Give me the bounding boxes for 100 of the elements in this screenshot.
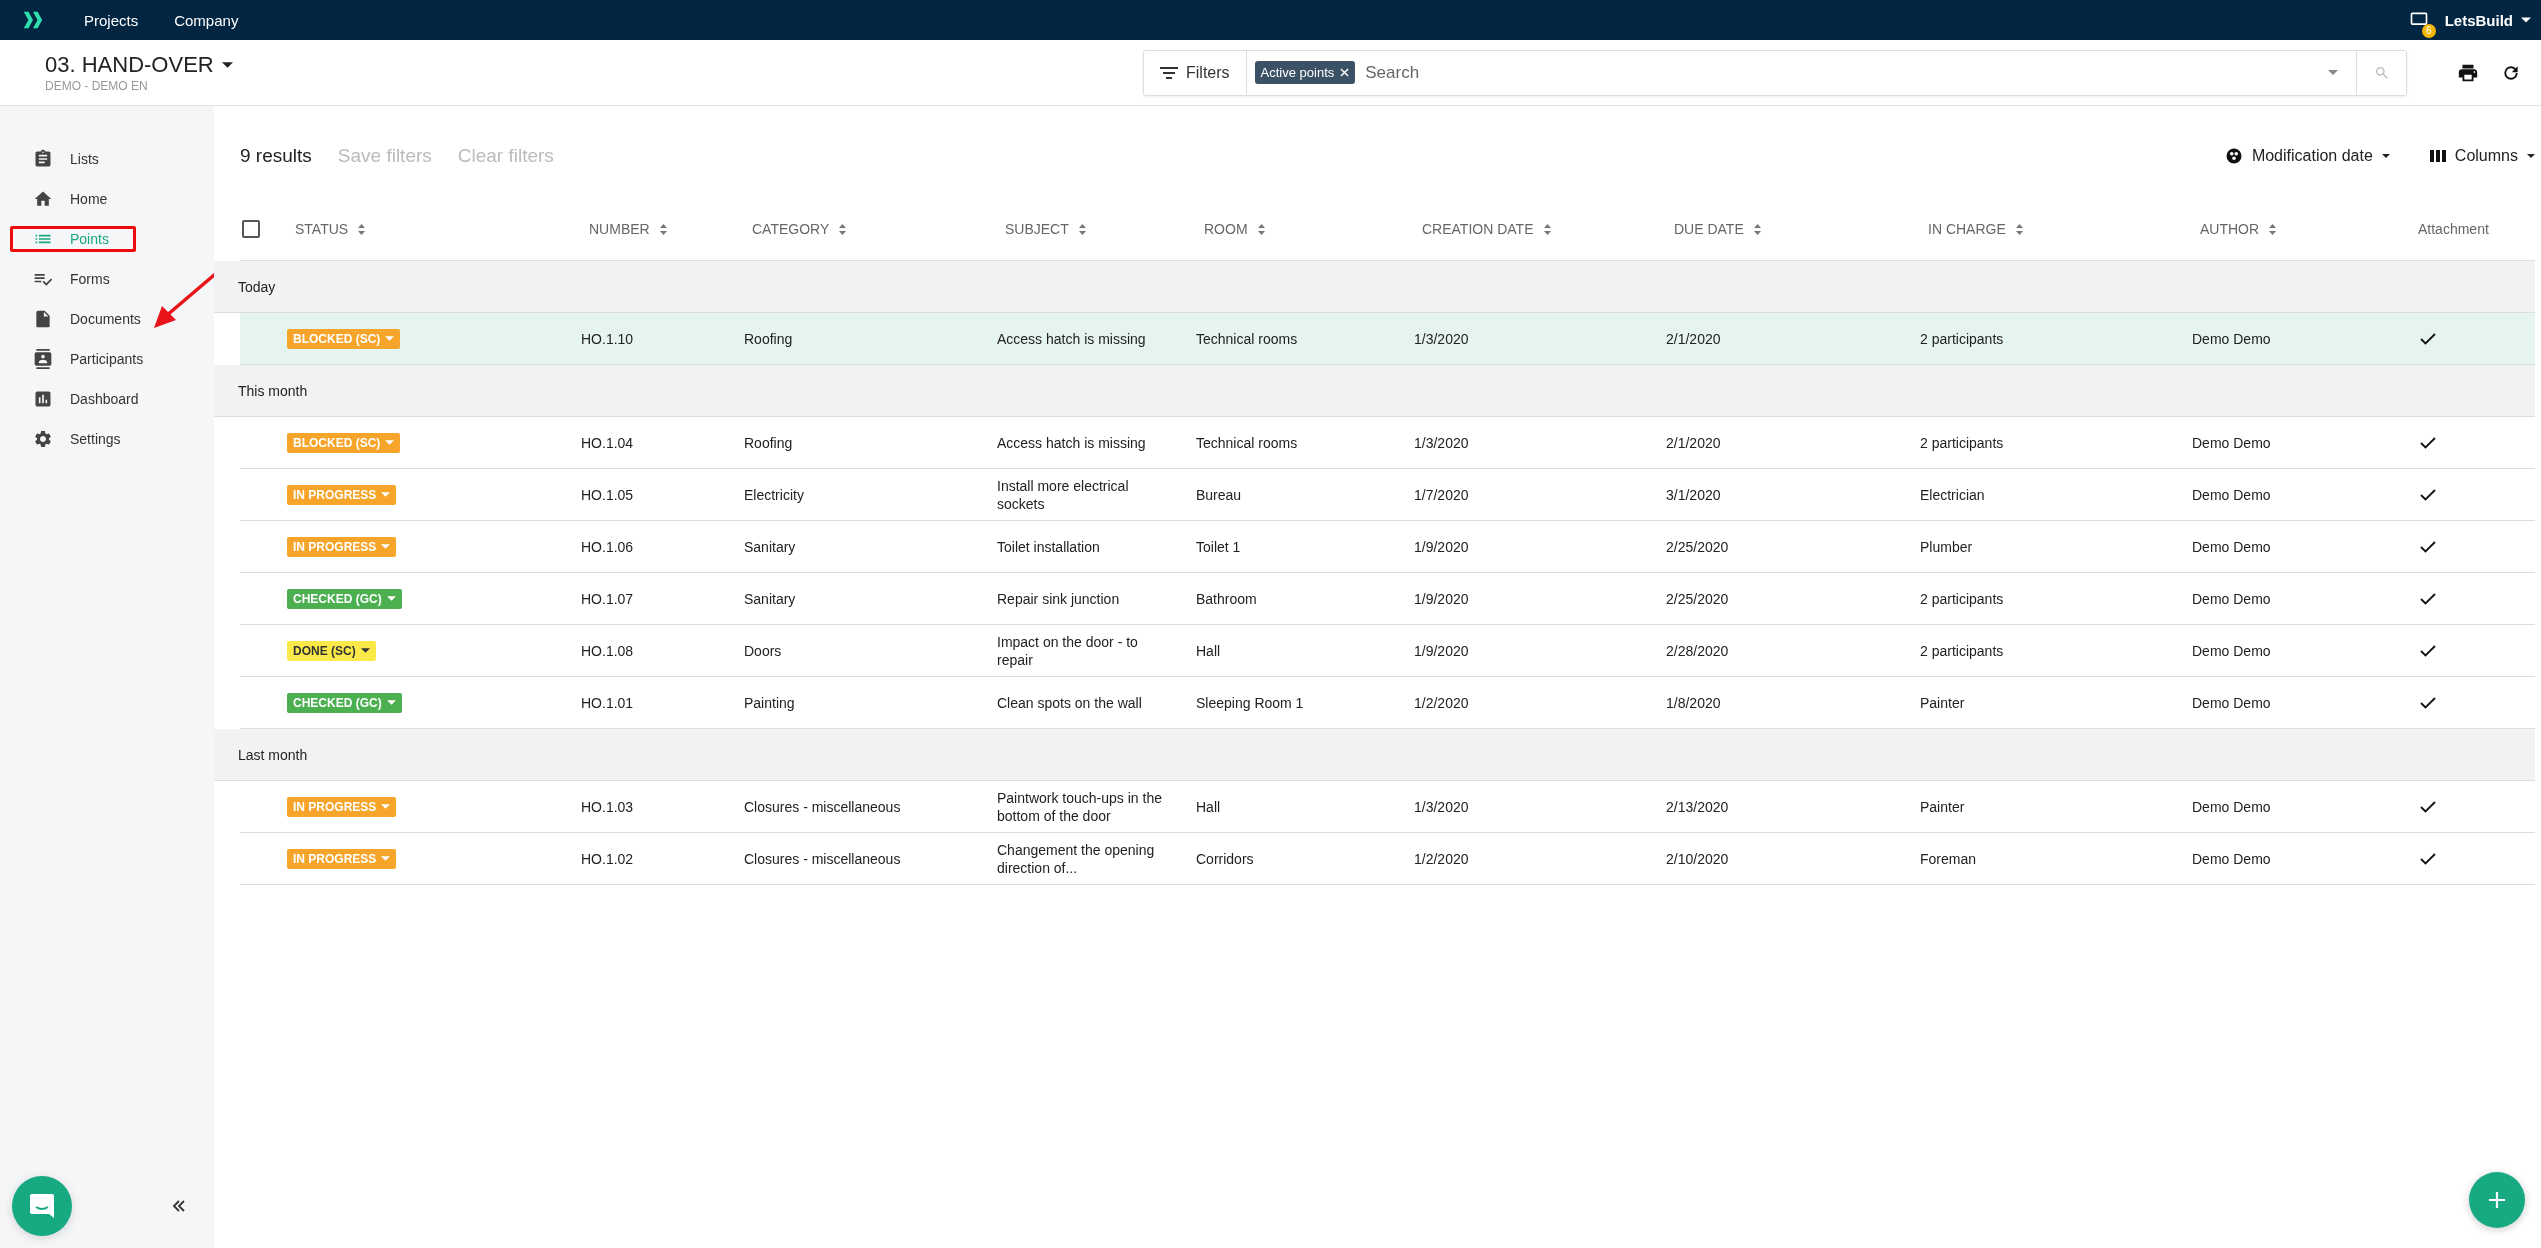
creation-date-cell: 1/2/2020 [1414, 694, 1469, 711]
author-cell: Demo Demo [2192, 330, 2271, 347]
sort-arrows-icon[interactable] [839, 223, 847, 235]
sidebar-item[interactable]: Dashboard [10, 386, 154, 412]
due-date-cell: 1/8/2020 [1666, 694, 1721, 711]
column-header[interactable]: SUBJECT [1005, 221, 1069, 237]
table-row[interactable]: IN PROGRESS HO.1.02 Closures - miscellaneous Changement the opening direction of... Corridors 1/2/2020 2/10/2020 Foreman Demo Demo [240, 833, 2535, 885]
sidebar-item[interactable]: Home [10, 186, 136, 212]
table-row[interactable]: IN PROGRESS HO.1.06 Sanitary Toilet installation Toilet 1 1/9/2020 2/25/2020 Plumber Demo Demo [240, 521, 2535, 573]
author-cell: Demo Demo [2192, 798, 2271, 815]
in-charge-cell: Painter [1920, 694, 1965, 711]
sort-arrows-icon[interactable] [1753, 223, 1761, 235]
number-cell: HO.1.10 [581, 330, 634, 347]
column-header[interactable]: CATEGORY [752, 221, 830, 237]
author-cell: Demo Demo [2192, 538, 2271, 555]
sort-dropdown[interactable]: Modification date [2224, 147, 2390, 165]
column-header[interactable]: NUMBER [589, 221, 650, 237]
sidebar-item[interactable]: Participants [10, 346, 159, 372]
status-badge[interactable]: DONE (SC) [287, 640, 376, 661]
column-header[interactable]: ROOM [1204, 221, 1248, 237]
due-date-cell: 2/28/2020 [1666, 642, 1729, 659]
account-menu[interactable]: LetsBuild [2444, 11, 2531, 29]
table-row[interactable]: IN PROGRESS HO.1.03 Closures - miscellaneous Paintwork touch-ups in the bottom of the door Hall 1/3/2020 2/13/2020 Painter Demo Demo [240, 781, 2535, 833]
room-cell: Hall [1196, 642, 1221, 659]
author-cell: Demo Demo [2192, 434, 2271, 451]
in-charge-cell: 2 participants [1920, 330, 2004, 347]
sidebar-item[interactable]: Forms [10, 266, 136, 292]
subject-cell-text: Impact on the door - to repair [997, 632, 1139, 669]
sidebar-item[interactable]: Lists [10, 146, 136, 172]
collapse-icon[interactable] [172, 1200, 186, 1212]
dropdown-caret-icon[interactable] [2328, 70, 2338, 75]
group-label: Today [238, 278, 276, 295]
sort-arrows-icon[interactable] [1543, 223, 1551, 235]
sort-arrows-icon[interactable] [1257, 223, 1265, 235]
column-header[interactable]: STATUS [295, 221, 349, 237]
top-nav-link[interactable]: Company [174, 11, 239, 29]
logo-icon[interactable] [22, 9, 44, 31]
table-row[interactable]: BLOCKED (SC) HO.1.10 Roofing Access hatch is missing Technical rooms 1/3/2020 2/1/2020 2 participants Demo Demo [240, 313, 2535, 365]
caret-icon [381, 856, 391, 861]
top-nav-link[interactable]: Projects [84, 11, 139, 29]
table-row[interactable]: DONE (SC) HO.1.08 Doors Impact on the door - to repair Hall 1/9/2020 2/28/2020 2 participants Demo Demo [240, 625, 2535, 677]
caret-icon [385, 336, 395, 341]
group-label: Last month [238, 746, 308, 763]
table-row[interactable]: BLOCKED (SC) HO.1.04 Roofing Access hatch is missing Technical rooms 1/3/2020 2/1/2020 2 participants Demo Demo [240, 417, 2535, 469]
filters-button[interactable]: Filters [1144, 50, 1247, 95]
creation-date-cell: 1/9/2020 [1414, 642, 1469, 659]
table-row[interactable]: CHECKED (GC) HO.1.07 Sanitary Repair sink junction Bathroom 1/9/2020 2/25/2020 2 participants Demo Demo [240, 573, 2535, 625]
sort-arrows-icon[interactable] [1078, 223, 1086, 235]
columns-dropdown[interactable]: Columns [2429, 147, 2535, 165]
clipboard-icon [33, 149, 53, 169]
subject-cell: Toilet installation [997, 537, 1100, 556]
room-cell: Toilet 1 [1196, 538, 1241, 555]
close-icon[interactable] [1340, 68, 1350, 77]
category-cell: Painting [744, 694, 795, 711]
sort-arrows-icon[interactable] [2269, 223, 2277, 235]
column-header[interactable]: IN CHARGE [1928, 221, 2006, 237]
caret-icon [221, 62, 233, 68]
due-date-cell: 2/10/2020 [1666, 850, 1729, 867]
due-date-cell: 2/25/2020 [1666, 538, 1729, 555]
contacts-icon [33, 349, 53, 369]
filter-chip[interactable]: Active points [1254, 61, 1356, 84]
author-cell: Demo Demo [2192, 590, 2271, 607]
category-cell: Sanitary [744, 590, 796, 607]
due-date-cell: 2/13/2020 [1666, 798, 1729, 815]
room-cell: Bureau [1196, 486, 1242, 503]
project-subtitle: DEMO - DEMO EN [45, 79, 149, 93]
subject-cell-text: Changement the opening direction of... [997, 840, 1156, 877]
sort-arrows-icon[interactable] [659, 223, 667, 235]
sidebar-item[interactable]: Documents [10, 306, 156, 332]
column-header[interactable]: Attachment [2418, 221, 2489, 237]
caret-icon [2527, 154, 2535, 158]
creation-date-cell: 1/9/2020 [1414, 538, 1469, 555]
add-button[interactable] [2469, 1172, 2525, 1228]
creation-date-cell: 1/3/2020 [1414, 330, 1469, 347]
column-header[interactable]: AUTHOR [2200, 221, 2260, 237]
in-charge-cell: 2 participants [1920, 642, 2004, 659]
category-cell: Roofing [744, 434, 793, 451]
project-selector[interactable]: 03. HAND-OVER [45, 52, 233, 78]
sort-arrows-icon[interactable] [2015, 223, 2023, 235]
table-row[interactable]: IN PROGRESS HO.1.05 Electricity Install more electrical sockets Bureau 1/7/2020 3/1/2020 Electrician Demo Demo [240, 469, 2535, 521]
room-cell: Technical rooms [1196, 434, 1298, 451]
category-cell: Electricity [744, 486, 804, 503]
number-cell: HO.1.08 [581, 642, 634, 659]
sidebar-item[interactable]: Settings [10, 426, 136, 452]
in-charge-cell: 2 participants [1920, 434, 2004, 451]
room-cell: Hall [1196, 798, 1221, 815]
subject-cell: Clean spots on the wall [997, 693, 1142, 712]
sort-arrows-icon[interactable] [358, 223, 366, 235]
author-cell: Demo Demo [2192, 642, 2271, 659]
due-date-cell: 2/25/2020 [1666, 590, 1729, 607]
chat-button[interactable] [12, 1176, 72, 1236]
select-all-checkbox[interactable] [242, 220, 260, 238]
column-header[interactable]: DUE DATE [1674, 221, 1744, 237]
number-cell: HO.1.02 [581, 850, 634, 867]
in-charge-cell: Plumber [1920, 538, 1973, 555]
number-cell: HO.1.07 [581, 590, 634, 607]
column-header[interactable]: CREATION DATE [1422, 221, 1534, 237]
chat-icon [28, 1192, 56, 1220]
search-field[interactable]: Active points Search [1246, 50, 2356, 95]
creation-date-cell: 1/7/2020 [1414, 486, 1469, 503]
